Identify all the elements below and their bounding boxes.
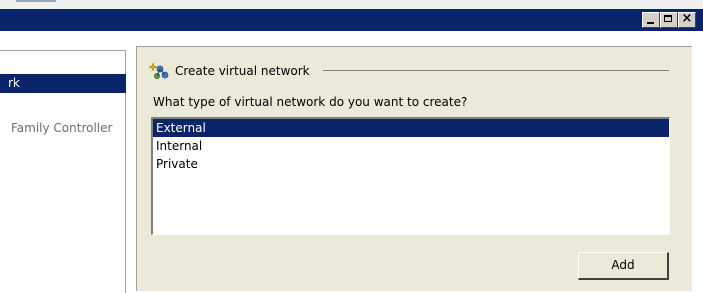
sidebar-item-label: Family Controller <box>11 121 113 135</box>
content-pane: Create virtual network What type of virt… <box>136 46 692 291</box>
window-controls: × <box>642 11 696 28</box>
minimize-button[interactable] <box>642 12 660 28</box>
wizard-network-icon <box>149 62 169 79</box>
minimize-icon <box>647 22 654 24</box>
top-fragment <box>16 0 56 2</box>
navigation-pane: rk Family Controller <box>0 38 128 293</box>
sidebar-item-network[interactable]: rk <box>0 74 126 93</box>
section-header: Create virtual network <box>149 61 310 81</box>
list-item-external[interactable]: External <box>153 119 669 137</box>
sidebar-item-family-controller[interactable]: Family Controller <box>0 119 126 137</box>
sidebar-item-label: rk <box>8 76 20 90</box>
top-strip <box>0 0 703 9</box>
section-title: Create virtual network <box>175 64 310 78</box>
close-button[interactable]: × <box>678 11 696 28</box>
section-divider <box>323 70 669 71</box>
window-titlebar <box>0 9 703 31</box>
add-button[interactable]: Add <box>578 252 669 280</box>
network-type-prompt: What type of virtual network do you want… <box>153 95 468 109</box>
maximize-icon <box>664 15 672 22</box>
list-item-private[interactable]: Private <box>153 155 669 173</box>
list-item-internal[interactable]: Internal <box>153 137 669 155</box>
network-type-list[interactable]: External Internal Private <box>151 117 670 235</box>
close-icon: × <box>681 11 693 26</box>
maximize-button[interactable] <box>660 12 678 28</box>
